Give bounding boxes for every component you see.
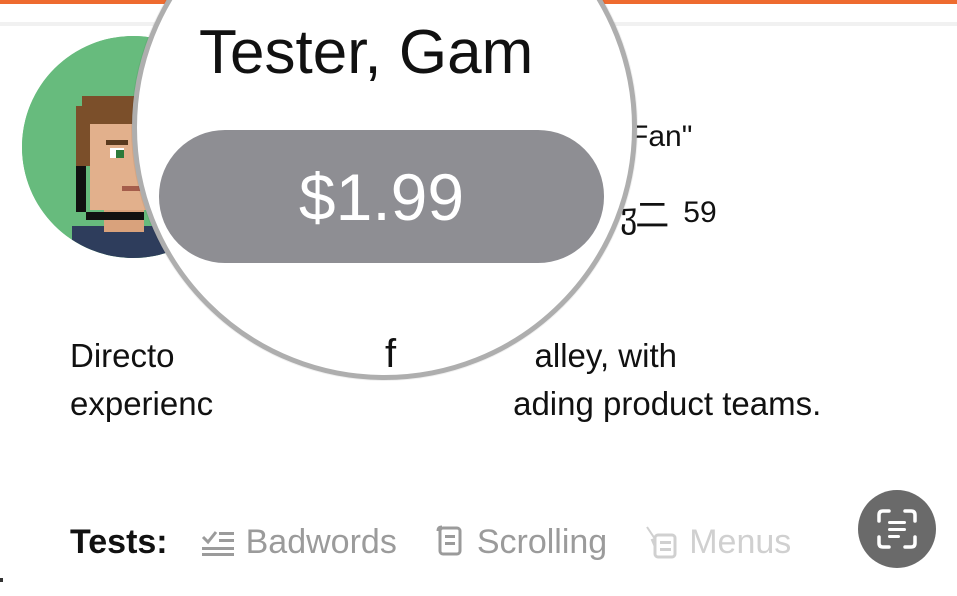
test-scrolling-label: Scrolling [476,522,608,561]
test-badwords-label: Badwords [245,522,397,561]
test-menus-label: Menus [689,522,792,561]
menu-list-icon [645,525,679,559]
nickname-text: Fan" [630,120,693,153]
text-scan-icon [877,509,917,549]
bio-line-2: experienc ading product teams. [70,385,822,422]
stat-value: 59 [683,195,717,229]
tests-label: Tests: [70,522,168,561]
test-scrolling[interactable]: Scrolling [435,523,607,562]
lens-bottom-glyph: f [385,332,397,376]
stat-row: ჳ⼆ 59 [620,188,717,237]
live-text-scan-button[interactable] [858,490,936,568]
price-button[interactable]: $1.99 [159,130,604,263]
edge-mark [0,578,3,582]
scroll-icon [435,525,467,559]
tests-row: Tests: Badwords Scrolling Menus [70,516,829,568]
checklist-icon [200,527,236,557]
user-name-title: Tester, Gam [199,18,534,87]
test-menus[interactable]: Menus [645,523,791,562]
test-badwords[interactable]: Badwords [200,523,397,562]
